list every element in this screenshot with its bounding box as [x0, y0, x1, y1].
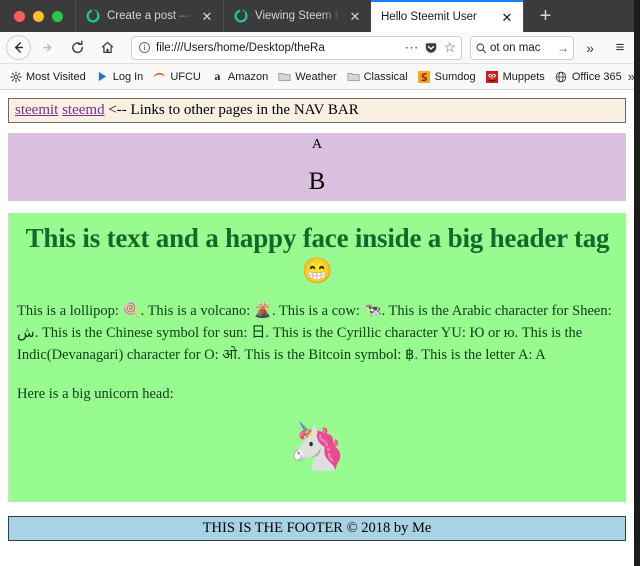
- folder-icon: [278, 70, 291, 83]
- bookmark-classical-folder[interactable]: Classical: [343, 68, 412, 85]
- tab-title: Hello Steemit User: [381, 11, 477, 23]
- green-content-section: This is text and a happy face inside a b…: [8, 213, 626, 502]
- address-bar[interactable]: file:///Users/home/Desktop/theRa ⋯ ☆: [131, 35, 462, 60]
- toolbar-overflow-button[interactable]: »: [576, 35, 604, 61]
- minimize-window-button[interactable]: [33, 10, 44, 22]
- info-circle-icon[interactable]: [138, 41, 151, 54]
- bookmark-log-in[interactable]: Log In: [92, 68, 148, 85]
- close-icon[interactable]: ✕: [347, 8, 363, 24]
- nav-link-steemit[interactable]: steemit: [15, 102, 58, 118]
- app-menu-button[interactable]: ≡: [606, 35, 634, 61]
- bookmark-label: Log In: [112, 70, 144, 83]
- navigation-toolbar: file:///Users/home/Desktop/theRa ⋯ ☆ ot …: [0, 32, 640, 64]
- lavender-section: A B: [8, 133, 626, 201]
- bookmark-label: UFCU: [170, 70, 201, 83]
- bookmark-label: Sumdog: [434, 70, 476, 83]
- home-button[interactable]: [93, 35, 121, 61]
- letter-b: B: [308, 168, 326, 195]
- unicorn-emoji-icon: 🦄: [288, 420, 347, 473]
- search-go-icon[interactable]: →: [557, 41, 569, 55]
- url-input[interactable]: file:///Users/home/Desktop/theRa: [156, 42, 399, 54]
- nav-note: <-- Links to other pages in the NAV BAR: [108, 102, 359, 118]
- bookmark-ufcu[interactable]: UFCU: [149, 68, 205, 85]
- muppets-elmo-icon: [486, 70, 499, 83]
- bookmark-label: Most Visited: [26, 70, 86, 83]
- search-bar[interactable]: ot on mac →: [470, 35, 574, 60]
- pocket-icon[interactable]: [424, 41, 438, 55]
- gear-icon: [9, 70, 22, 83]
- search-input[interactable]: ot on mac: [490, 42, 554, 54]
- tab-viewing-steem-blockchain[interactable]: Viewing Steem Blockcha ✕: [223, 0, 371, 32]
- new-tab-button[interactable]: +: [523, 0, 567, 32]
- grinning-face-emoji-icon: 😁: [301, 257, 334, 286]
- letter-a: A: [311, 137, 323, 152]
- nav-link-steemd[interactable]: steemd: [62, 102, 105, 118]
- steemit-icon: [234, 9, 248, 23]
- bookmarks-bar: Most Visited Log In UFCU a Amazon Weathe…: [0, 64, 640, 90]
- search-icon: [475, 42, 487, 54]
- bookmark-label: Office 365: [571, 70, 622, 83]
- window-right-edge: [634, 0, 640, 566]
- close-window-button[interactable]: [14, 10, 25, 22]
- amazon-a-icon: a: [214, 69, 221, 83]
- bookmark-muppets[interactable]: Muppets: [482, 68, 549, 85]
- folder-icon: [347, 70, 360, 83]
- tab-strip: Create a post — Steemit ✕ Viewing Steem …: [0, 0, 640, 32]
- page-footer: THIS IS THE FOOTER © 2018 by Me: [8, 516, 626, 541]
- page-heading: This is text and a happy face inside a b…: [25, 223, 610, 253]
- bookmark-label: Muppets: [502, 70, 545, 83]
- bookmark-star-icon[interactable]: ☆: [443, 39, 456, 56]
- page-viewport: steemit steemd <-- Links to other pages …: [0, 90, 640, 566]
- close-icon[interactable]: ✕: [199, 8, 215, 24]
- tab-hello-steemit-user[interactable]: Hello Steemit User ✕: [371, 0, 523, 32]
- page-actions-button[interactable]: ⋯: [404, 39, 419, 56]
- bookmark-weather-folder[interactable]: Weather: [274, 68, 340, 85]
- bookmark-amazon[interactable]: a Amazon: [207, 68, 272, 85]
- close-icon[interactable]: ✕: [499, 9, 515, 25]
- reload-button[interactable]: [63, 35, 91, 61]
- globe-icon: [555, 70, 568, 83]
- unicode-paragraph: This is a lollipop: 🍭. This is a volcano…: [17, 303, 612, 364]
- play-triangle-icon: [96, 70, 109, 83]
- ufcu-icon: [153, 70, 166, 83]
- bookmark-most-visited[interactable]: Most Visited: [5, 68, 90, 85]
- browser-window: Create a post — Steemit ✕ Viewing Steem …: [0, 0, 640, 566]
- tab-create-a-post[interactable]: Create a post — Steemit ✕: [75, 0, 223, 32]
- sumdog-icon: [418, 70, 431, 83]
- bookmark-office-365[interactable]: Office 365: [551, 68, 626, 85]
- bookmark-label: Weather: [295, 70, 337, 83]
- bookmark-label: Amazon: [227, 70, 269, 83]
- bookmark-sumdog[interactable]: Sumdog: [414, 68, 480, 85]
- tab-title: Viewing Steem Blockcha: [255, 10, 340, 22]
- window-controls: [0, 0, 75, 32]
- page-nav-bar: steemit steemd <-- Links to other pages …: [8, 98, 626, 123]
- zoom-window-button[interactable]: [52, 10, 63, 22]
- steemit-icon: [86, 9, 100, 23]
- tab-title: Create a post — Steemit: [107, 10, 192, 22]
- unicorn-caption: Here is a big unicorn head:: [17, 386, 174, 403]
- bookmark-label: Classical: [363, 70, 408, 83]
- forward-button[interactable]: [33, 35, 61, 61]
- back-button[interactable]: [6, 35, 31, 60]
